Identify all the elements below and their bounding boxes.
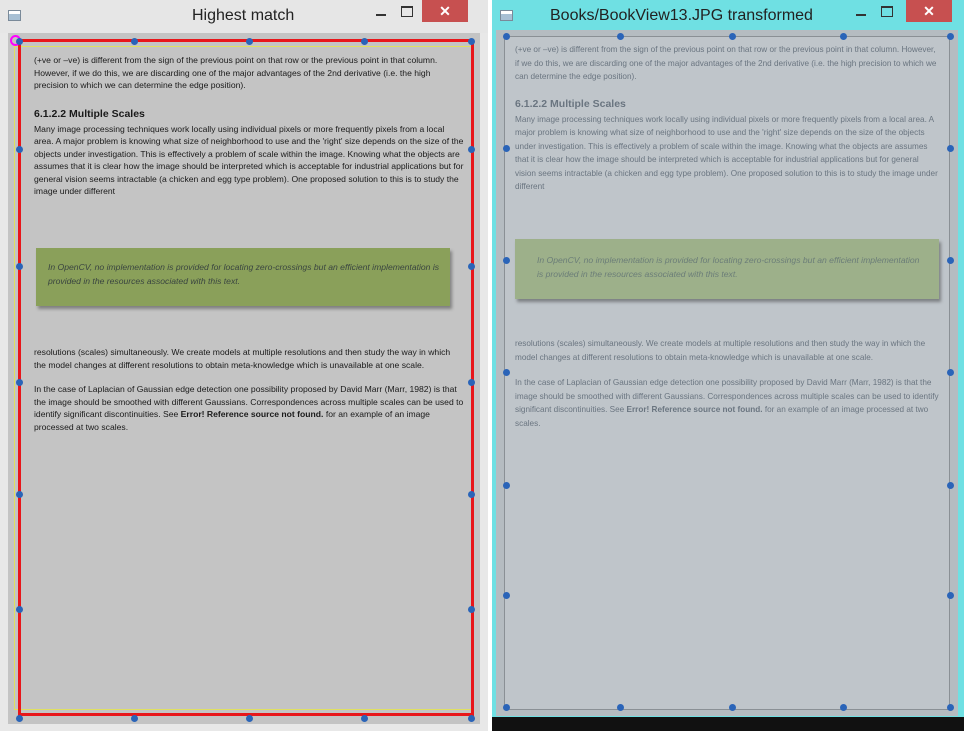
point-marker: [947, 145, 954, 152]
point-marker: [468, 146, 475, 153]
document-page-lower: resolutions (scales) simultaneously. We …: [515, 337, 941, 430]
point-marker: [468, 263, 475, 270]
maximize-button[interactable]: [394, 0, 420, 22]
title-bar[interactable]: Highest match ✕: [0, 0, 488, 33]
highlight-note: In OpenCV, no implementation is provided…: [515, 239, 939, 299]
point-marker: [503, 145, 510, 152]
point-marker: [729, 704, 736, 711]
point-marker: [361, 38, 368, 45]
point-marker: [617, 704, 624, 711]
title-bar[interactable]: Books/BookView13.JPG transformed ✕: [492, 0, 964, 33]
point-marker: [503, 592, 510, 599]
point-marker: [947, 33, 954, 40]
point-marker: [468, 38, 475, 45]
point-marker: [16, 146, 23, 153]
maximize-icon: [881, 5, 893, 17]
close-button[interactable]: ✕: [906, 0, 952, 22]
match-rectangle: [18, 39, 474, 716]
section-heading: 6.1.2.2 Multiple Scales: [515, 97, 626, 110]
point-marker: [617, 33, 624, 40]
point-marker: [947, 592, 954, 599]
point-marker: [16, 715, 23, 722]
minimize-button[interactable]: [848, 0, 874, 22]
point-marker: [840, 704, 847, 711]
minimize-icon: [856, 14, 866, 16]
point-marker: [16, 38, 23, 45]
point-marker: [947, 482, 954, 489]
document-page: (+ve or –ve) is different from the sign …: [515, 43, 941, 194]
window-icon[interactable]: [500, 10, 513, 21]
point-marker: [361, 715, 368, 722]
point-marker: [503, 482, 510, 489]
point-marker: [131, 38, 138, 45]
maximize-button[interactable]: [874, 0, 900, 22]
paragraph-2: resolutions (scales) simultaneously. We …: [515, 339, 926, 362]
point-marker: [840, 33, 847, 40]
intro-paragraph: (+ve or –ve) is different from the sign …: [515, 45, 937, 81]
point-marker: [16, 379, 23, 386]
point-marker: [468, 715, 475, 722]
point-marker: [246, 715, 253, 722]
maximize-icon: [401, 5, 413, 17]
point-marker: [16, 263, 23, 270]
reference-error: Error! Reference source not found.: [626, 405, 763, 414]
taskbar-strip: [492, 717, 964, 731]
image-view: (+ve or –ve) is different from the sign …: [496, 30, 958, 716]
minimize-button[interactable]: [368, 0, 394, 22]
transformed-window: Books/BookView13.JPG transformed ✕ (+ve …: [492, 0, 964, 731]
window-title: Highest match: [192, 7, 295, 24]
close-button[interactable]: ✕: [422, 0, 468, 22]
minimize-icon: [376, 14, 386, 16]
point-marker: [16, 606, 23, 613]
point-marker: [947, 704, 954, 711]
transformed-page: (+ve or –ve) is different from the sign …: [504, 36, 950, 710]
paragraph-3: In the case of Laplacian of Gaussian edg…: [515, 376, 941, 430]
paragraph-1: Many image processing techniques work lo…: [515, 114, 938, 192]
point-marker: [503, 704, 510, 711]
point-marker: [246, 38, 253, 45]
image-view: (+ve or –ve) is different from the sign …: [8, 33, 480, 724]
point-marker: [947, 257, 954, 264]
window-icon[interactable]: [8, 10, 21, 21]
point-marker: [468, 606, 475, 613]
point-marker: [729, 33, 736, 40]
point-marker: [503, 33, 510, 40]
point-marker: [468, 379, 475, 386]
highest-match-window: Highest match ✕ (+ve or –ve) is differen…: [0, 0, 488, 731]
point-marker: [503, 257, 510, 264]
point-marker: [503, 369, 510, 376]
point-marker: [468, 491, 475, 498]
point-marker: [131, 715, 138, 722]
note-text: In OpenCV, no implementation is provided…: [537, 255, 920, 279]
point-marker: [16, 491, 23, 498]
point-marker: [947, 369, 954, 376]
window-title: Books/BookView13.JPG transformed: [550, 7, 813, 24]
